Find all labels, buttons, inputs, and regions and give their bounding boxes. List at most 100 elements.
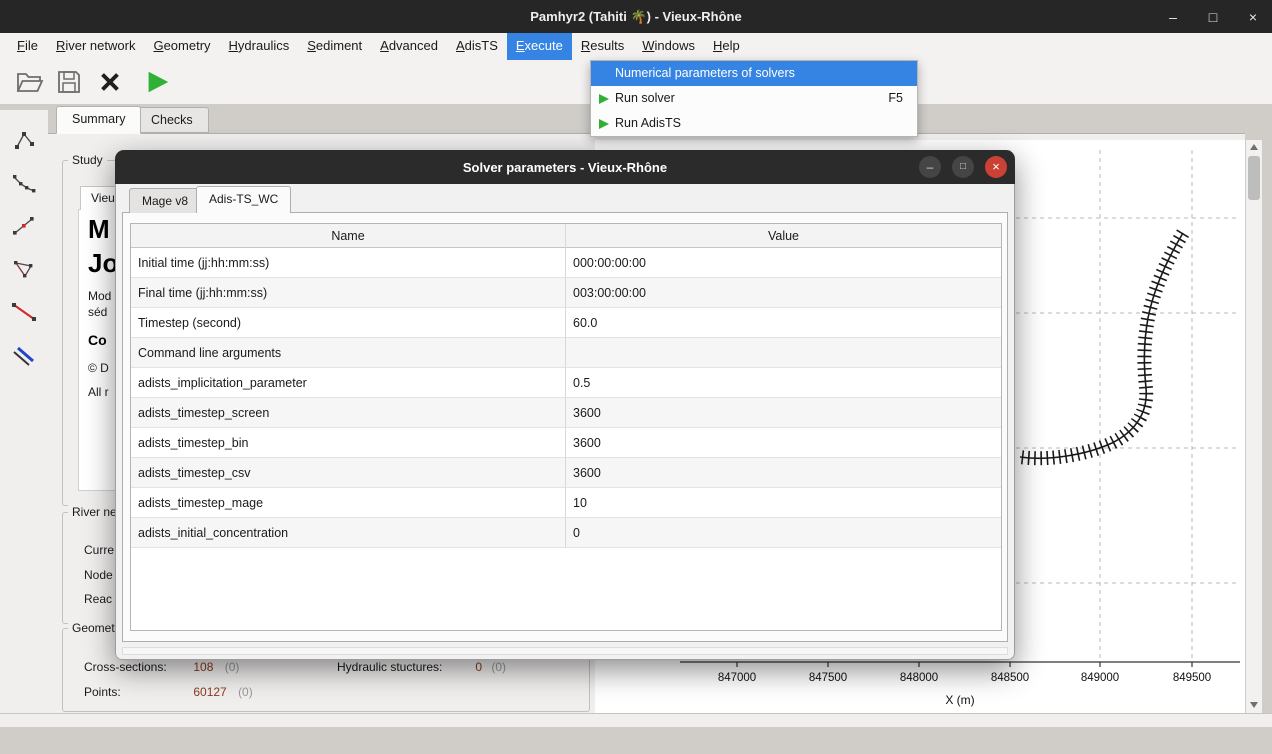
- param-name-cell[interactable]: adists_initial_concentration: [131, 518, 566, 548]
- param-value-cell[interactable]: 0: [566, 518, 1001, 548]
- window-titlebar[interactable]: Pamhyr2 (Tahiti 🌴) - Vieux-Rhône – □ ×: [0, 0, 1272, 33]
- scroll-up-icon: [1250, 144, 1258, 150]
- study-heading-line2: Jo: [88, 248, 118, 279]
- study-desc-line1: Mod: [88, 289, 111, 303]
- scrollbar-thumb[interactable]: [1248, 156, 1260, 200]
- x-tick-848500: 848500: [991, 672, 1029, 684]
- run-solver-toolbar-button[interactable]: [140, 65, 174, 99]
- menu-results[interactable]: Results: [572, 33, 633, 60]
- param-value-cell[interactable]: 0.5: [566, 368, 1001, 398]
- window-bottom-margin: [0, 713, 1272, 727]
- menu-adists[interactable]: AdisTS: [447, 33, 507, 60]
- maximize-icon[interactable]: □: [1204, 9, 1222, 25]
- points-value: 60127: [193, 685, 226, 699]
- dialog-maximize-icon[interactable]: □: [952, 156, 974, 178]
- tool-slope-button[interactable]: [8, 296, 40, 328]
- param-name-cell[interactable]: Final time (jj:hh:mm:ss): [131, 278, 566, 308]
- menu-item-label: Run AdisTS: [615, 116, 681, 130]
- param-value-cell[interactable]: 003:00:00:00: [566, 278, 1001, 308]
- vertical-scrollbar[interactable]: [1245, 140, 1262, 713]
- tab-summary[interactable]: Summary: [56, 106, 141, 134]
- menu-geometry[interactable]: Geometry: [144, 33, 219, 60]
- menu-advanced[interactable]: Advanced: [371, 33, 447, 60]
- tool-sections-button[interactable]: [8, 210, 40, 242]
- play-icon: [598, 93, 610, 105]
- menu-river-network[interactable]: River network: [47, 33, 144, 60]
- menu-item-shortcut: F5: [888, 86, 903, 111]
- param-name-cell[interactable]: adists_implicitation_parameter: [131, 368, 566, 398]
- x-tick-849000: 849000: [1081, 672, 1119, 684]
- menu-hydraulics[interactable]: Hydraulics: [220, 33, 299, 60]
- tool-mesh-button[interactable]: [8, 253, 40, 285]
- minimize-icon[interactable]: –: [1164, 9, 1182, 25]
- menu-item-run-solver[interactable]: Run solver F5: [591, 86, 917, 111]
- dialog-tab-adis-ts-wc[interactable]: Adis-TS_WC: [196, 186, 291, 213]
- tool-network-button[interactable]: [8, 124, 40, 156]
- dialog-tab-mage-v8[interactable]: Mage v8: [129, 188, 201, 213]
- dialog-titlebar[interactable]: Solver parameters - Vieux-Rhône – □ ×: [115, 150, 1015, 184]
- open-study-button[interactable]: [12, 65, 46, 99]
- river-network-item-reaches: Reac: [84, 592, 112, 606]
- slope-icon: [11, 299, 37, 325]
- param-name-cell[interactable]: Command line arguments: [131, 338, 566, 368]
- param-value-cell[interactable]: 000:00:00:00: [566, 248, 1001, 278]
- param-name-cell[interactable]: adists_timestep_mage: [131, 488, 566, 518]
- menu-item-label: Numerical parameters of solvers: [615, 66, 795, 80]
- param-name-cell[interactable]: adists_timestep_csv: [131, 458, 566, 488]
- cross-sections-count-row: Cross-sections: 108 (0): [84, 660, 239, 674]
- dialog-close-icon[interactable]: ×: [985, 156, 1007, 178]
- mesh-icon: [11, 256, 37, 282]
- menu-file[interactable]: File: [8, 33, 47, 60]
- river-network-item-current: Curre: [84, 543, 114, 557]
- menu-item-run-adists[interactable]: Run AdisTS: [591, 111, 917, 136]
- param-value-cell[interactable]: 3600: [566, 428, 1001, 458]
- param-value-cell[interactable]: 3600: [566, 458, 1001, 488]
- tool-transect-button[interactable]: [8, 339, 40, 371]
- window-title: Pamhyr2 (Tahiti 🌴) - Vieux-Rhône: [530, 9, 741, 25]
- river-network-item-nodes: Node: [84, 568, 113, 582]
- cross-sections-value: 108: [193, 660, 213, 674]
- param-value-cell[interactable]: 10: [566, 488, 1001, 518]
- tab-checks[interactable]: Checks: [135, 107, 209, 133]
- river-reach-hatching: [1020, 233, 1183, 458]
- menu-help[interactable]: Help: [704, 33, 749, 60]
- scroll-down-button[interactable]: [1246, 698, 1262, 712]
- study-rights: All r: [88, 385, 109, 399]
- param-name-cell[interactable]: adists_timestep_bin: [131, 428, 566, 458]
- param-name-cell[interactable]: Initial time (jj:hh:mm:ss): [131, 248, 566, 278]
- open-folder-icon: [14, 67, 44, 97]
- points-suffix: (0): [238, 685, 253, 699]
- study-subheading: Co: [88, 332, 107, 348]
- param-value-cell[interactable]: 3600: [566, 398, 1001, 428]
- column-header-value[interactable]: Value: [566, 224, 1001, 248]
- close-study-button[interactable]: [93, 65, 127, 99]
- dialog-body: Mage v8 Adis-TS_WC Name Value Initial ti…: [115, 184, 1015, 660]
- tool-profile-button[interactable]: [8, 167, 40, 199]
- menu-execute[interactable]: Execute: [507, 33, 572, 60]
- menu-item-numerical-parameters[interactable]: Numerical parameters of solvers: [591, 61, 917, 86]
- x-tick-847000: 847000: [718, 672, 756, 684]
- cross-sections-label: Cross-sections:: [84, 660, 190, 674]
- scroll-up-button[interactable]: [1246, 140, 1262, 154]
- dialog-title: Solver parameters - Vieux-Rhône: [463, 160, 667, 175]
- menu-sediment[interactable]: Sediment: [298, 33, 371, 60]
- dialog-minimize-icon[interactable]: –: [919, 156, 941, 178]
- x-axis-label: X (m): [945, 693, 974, 707]
- transect-icon: [11, 342, 37, 368]
- cross-section-icon: [11, 213, 37, 239]
- save-icon: [54, 67, 84, 97]
- desktop-background: [0, 727, 1272, 754]
- play-icon: [598, 118, 610, 130]
- menu-windows[interactable]: Windows: [633, 33, 704, 60]
- param-value-cell[interactable]: [566, 338, 1001, 368]
- dialog-resize-strip[interactable]: [122, 647, 1008, 655]
- column-header-name[interactable]: Name: [131, 224, 566, 248]
- save-study-button[interactable]: [52, 65, 86, 99]
- window-controls: – □ ×: [1164, 0, 1262, 33]
- river-reach-centerline: [1020, 233, 1183, 458]
- param-name-cell[interactable]: adists_timestep_screen: [131, 398, 566, 428]
- param-value-cell[interactable]: 60.0: [566, 308, 1001, 338]
- param-name-cell[interactable]: Timestep (second): [131, 308, 566, 338]
- parameters-table: Name Value Initial time (jj:hh:mm:ss) 00…: [130, 223, 1002, 631]
- close-icon[interactable]: ×: [1244, 9, 1262, 25]
